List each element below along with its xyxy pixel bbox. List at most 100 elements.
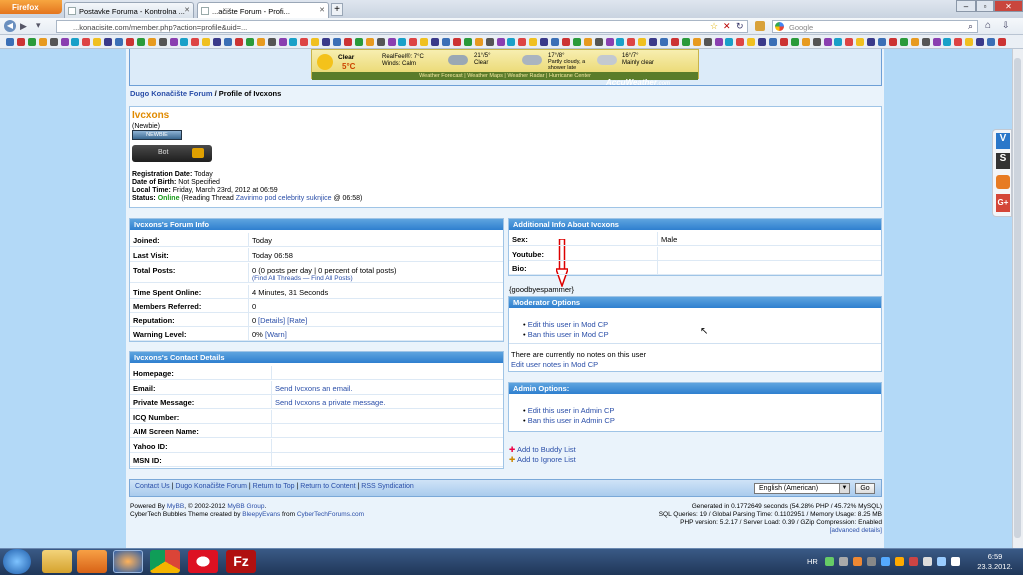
footer-link[interactable]: RSS Syndication bbox=[361, 483, 414, 490]
toolbar-addon-icon[interactable] bbox=[670, 38, 679, 46]
dropdown-icon[interactable]: ▾ bbox=[36, 20, 41, 31]
tray-icon[interactable] bbox=[825, 557, 834, 566]
mybb-link[interactable]: MyBB bbox=[167, 503, 184, 510]
toolbar-addon-icon[interactable] bbox=[747, 38, 756, 46]
chevron-down-icon[interactable]: ▼ bbox=[839, 484, 849, 493]
toolbar-addon-icon[interactable] bbox=[987, 38, 995, 46]
forward-icon[interactable]: ▶ bbox=[20, 21, 27, 32]
breadcrumb-forum-link[interactable]: Dugo Konačište Forum bbox=[130, 89, 213, 98]
toolbar-addon-icon[interactable] bbox=[224, 38, 232, 46]
toolbar-addon-icon[interactable] bbox=[354, 38, 363, 46]
toolbar-addon-icon[interactable] bbox=[649, 38, 658, 46]
toolbar-addon-icon[interactable] bbox=[147, 38, 156, 46]
footer-link[interactable]: Return to Content bbox=[300, 483, 355, 490]
ban-admin-cp-link[interactable]: Ban this user in Admin CP bbox=[528, 416, 615, 425]
search-icon[interactable]: ⌕ bbox=[968, 21, 973, 32]
filezilla-taskbar-icon[interactable]: Fz bbox=[226, 550, 256, 573]
find-threads-posts-links[interactable]: (Find All Threads — Find All Posts) bbox=[252, 275, 353, 282]
forum-info-links[interactable]: [Warn] bbox=[265, 330, 287, 339]
close-tab-icon[interactable]: ✕ bbox=[184, 6, 190, 14]
toolbar-addon-icon[interactable] bbox=[572, 38, 581, 46]
toolbar-addon-icon[interactable] bbox=[158, 38, 167, 46]
footer-link[interactable]: Dugo Konačište Forum bbox=[175, 483, 247, 490]
footer-link[interactable]: Return to Top bbox=[253, 483, 295, 490]
toolbar-addon-icon[interactable] bbox=[38, 38, 47, 46]
toolbar-addon-icon[interactable] bbox=[289, 38, 298, 46]
toolbar-addon-icon[interactable] bbox=[202, 38, 211, 46]
toolbar-addon-icon[interactable] bbox=[921, 38, 930, 46]
language-indicator[interactable]: HR bbox=[807, 557, 818, 566]
tray-icon[interactable] bbox=[839, 557, 848, 566]
search-input[interactable]: Google bbox=[772, 20, 978, 33]
mybb-group-link[interactable]: MyBB Group bbox=[227, 503, 264, 510]
toolbar-addon-icon[interactable] bbox=[758, 38, 767, 46]
thread-link[interactable]: Zavirimo pod celebrity suknjice bbox=[236, 195, 332, 202]
toolbar-addon-icon[interactable] bbox=[474, 38, 483, 46]
toolbar-addon-icon[interactable] bbox=[518, 38, 527, 46]
toolbar-addon-icon[interactable] bbox=[638, 38, 647, 46]
toolbar-addon-icon[interactable] bbox=[779, 38, 788, 46]
toolbar-addon-icon[interactable] bbox=[343, 38, 352, 46]
clock[interactable]: 6:59 23.3.2012. bbox=[975, 552, 1015, 572]
skype-icon[interactable]: S bbox=[996, 153, 1010, 169]
tray-icon[interactable] bbox=[909, 557, 918, 566]
toolbar-addon-icon[interactable] bbox=[387, 38, 396, 46]
toolbar-addon-icon[interactable] bbox=[932, 38, 941, 46]
toolbar-addon-icon[interactable] bbox=[191, 38, 200, 46]
toolbar-addon-icon[interactable] bbox=[965, 38, 974, 46]
toolbar-addon-icon[interactable] bbox=[878, 38, 886, 46]
toolbar-addon-icon[interactable] bbox=[60, 38, 69, 46]
accuweather-logo[interactable]: AccuWeather.com bbox=[606, 78, 670, 87]
tab-profile[interactable]: ...ačište Forum - Profi... ✕ bbox=[197, 2, 329, 18]
toolbar-addon-icon[interactable] bbox=[300, 38, 309, 46]
toolbar-addon-icon[interactable] bbox=[104, 38, 113, 46]
toolbar-addon-icon[interactable] bbox=[997, 38, 1006, 46]
firefox-menu-button[interactable]: Firefox bbox=[0, 0, 62, 14]
new-tab-button[interactable]: + bbox=[331, 3, 343, 16]
home-icon[interactable]: ⌂ bbox=[985, 20, 991, 31]
vimeo-icon[interactable]: V bbox=[996, 133, 1010, 149]
toolbar-addon-icon[interactable] bbox=[322, 38, 331, 46]
star-icon[interactable]: ☆ bbox=[710, 21, 718, 32]
toolbar-addon-icon[interactable] bbox=[725, 38, 734, 46]
toolbar-addon-icon[interactable] bbox=[463, 38, 472, 46]
forum-info-links[interactable]: [Details] [Rate] bbox=[258, 316, 307, 325]
toolbar-addon-icon[interactable] bbox=[431, 38, 440, 46]
footer-link[interactable]: Contact Us bbox=[135, 483, 170, 490]
ban-mod-cp-link[interactable]: Ban this user in Mod CP bbox=[528, 330, 609, 339]
toolbar-addon-icon[interactable] bbox=[888, 38, 897, 46]
toolbar-addon-icon[interactable] bbox=[169, 38, 178, 46]
weather-widget[interactable]: Clear 5°C RealFeel®: 7°C Winds: Calm 21°… bbox=[311, 49, 699, 80]
toolbar-addon-icon[interactable] bbox=[812, 38, 821, 46]
toolbar-addon-icon[interactable] bbox=[561, 38, 570, 46]
toolbar-addon-icon[interactable] bbox=[6, 38, 14, 46]
toolbar-addon-icon[interactable] bbox=[954, 38, 963, 46]
reload-icon[interactable]: ↻ bbox=[736, 21, 744, 32]
toolbar-addon-icon[interactable] bbox=[529, 38, 538, 46]
edit-admin-cp-link[interactable]: Edit this user in Admin CP bbox=[528, 406, 615, 415]
toolbar-addon-icon[interactable] bbox=[540, 38, 549, 46]
minimize-button[interactable]: – bbox=[956, 0, 976, 12]
tray-icon[interactable] bbox=[937, 557, 946, 566]
toolbar-addon-icon[interactable] bbox=[790, 38, 799, 46]
toolbar-addon-icon[interactable] bbox=[333, 38, 341, 46]
toolbar-addon-icon[interactable] bbox=[714, 38, 723, 46]
chrome-taskbar-icon[interactable] bbox=[150, 550, 180, 573]
add-buddy-link[interactable]: Add to Buddy List bbox=[517, 445, 576, 454]
addon-icon[interactable] bbox=[755, 21, 765, 31]
toolbar-addon-icon[interactable] bbox=[27, 38, 36, 46]
toolbar-addon-icon[interactable] bbox=[769, 38, 777, 46]
scrollbar-thumb[interactable] bbox=[1014, 58, 1021, 538]
toolbar-addon-icon[interactable] bbox=[616, 38, 625, 46]
toolbar-addon-icon[interactable] bbox=[376, 38, 385, 46]
download-icon[interactable]: ⇩ bbox=[1002, 20, 1010, 31]
toolbar-addon-icon[interactable] bbox=[442, 38, 450, 46]
toolbar-addon-icon[interactable] bbox=[365, 38, 374, 46]
toolbar-addon-icon[interactable] bbox=[16, 38, 25, 46]
tray-icon[interactable] bbox=[923, 557, 932, 566]
toolbar-addon-icon[interactable] bbox=[49, 38, 58, 46]
toolbar-addon-icon[interactable] bbox=[703, 38, 712, 46]
toolbar-addon-icon[interactable] bbox=[256, 38, 265, 46]
toolbar-addon-icon[interactable] bbox=[267, 38, 276, 46]
close-window-button[interactable]: ✕ bbox=[994, 0, 1023, 12]
